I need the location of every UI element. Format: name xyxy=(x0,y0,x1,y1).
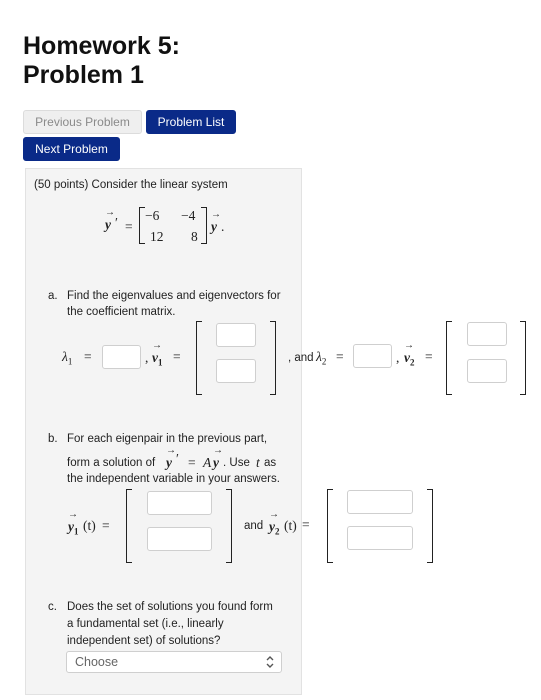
part-c-marker: c. xyxy=(48,601,57,613)
lambda-1-equals: = xyxy=(84,349,92,364)
system-prime: ′ xyxy=(115,215,118,230)
matrix-a21: 12 xyxy=(150,229,164,244)
part-a-line-1: Find the eigenvalues and eigenvectors fo… xyxy=(67,290,281,302)
part-a-and-text: , and xyxy=(288,352,314,364)
part-b-eq-prime: ′ xyxy=(176,451,179,466)
part-b-eq-y: y xyxy=(166,445,172,471)
part-b-line-3: the independent variable in your answers… xyxy=(67,473,280,485)
part-c-line-1: Does the set of solutions you found form xyxy=(67,601,273,613)
v1-label: v1 xyxy=(152,340,163,368)
lambda-2-input[interactable] xyxy=(353,344,392,368)
y1-label: y1 xyxy=(68,509,79,537)
y2-bottom-input[interactable] xyxy=(347,526,413,550)
v1-bottom-input[interactable] xyxy=(216,359,256,383)
y1-bottom-input[interactable] xyxy=(147,527,212,551)
part-b-line-1: For each eigenpair in the previous part, xyxy=(67,433,268,445)
y1-top-input[interactable] xyxy=(147,491,212,515)
next-problem-button[interactable]: Next Problem xyxy=(23,137,120,161)
chevron-up-down-icon xyxy=(265,655,275,674)
previous-problem-button[interactable]: Previous Problem xyxy=(23,110,142,134)
part-c-line-3: independent set) of solutions? xyxy=(67,635,221,647)
y1-equals: = xyxy=(102,518,110,533)
system-matrix-right-bracket xyxy=(201,207,207,244)
page-title-line-1: Homework 5: xyxy=(23,32,180,60)
matrix-a22: 8 xyxy=(191,229,198,244)
select-value: Choose xyxy=(75,655,119,669)
part-b-and-text: and xyxy=(244,520,264,532)
y1-right-bracket xyxy=(226,489,232,563)
y1-left-bracket xyxy=(126,489,132,563)
y2-top-input[interactable] xyxy=(347,490,413,514)
fundamental-set-select[interactable]: Choose xyxy=(66,651,282,673)
v1-left-bracket xyxy=(196,321,202,395)
lambda-1-input[interactable] xyxy=(102,345,141,369)
y2-label: y2 xyxy=(269,509,280,537)
y2-equals: = xyxy=(302,517,310,532)
page-title: Homework 5: Problem 1 xyxy=(23,32,180,90)
v1-right-bracket xyxy=(270,321,276,395)
part-a-marker: a. xyxy=(48,290,58,302)
v2-top-input[interactable] xyxy=(467,322,507,346)
part-b-eq-a: A xyxy=(203,455,212,470)
problem-panel: (50 points) Consider the linear system y… xyxy=(25,168,314,695)
part-a-line-2: the coefficient matrix. xyxy=(67,306,176,318)
part-b-line-2-mid: . Use xyxy=(223,457,250,469)
lambda-2-equals: = xyxy=(336,349,344,364)
y2-right-bracket xyxy=(427,489,433,563)
v2-bottom-input[interactable] xyxy=(467,359,507,383)
y2-arg: (t) xyxy=(284,518,297,533)
y1-arg: (t) xyxy=(83,518,96,533)
matrix-a11: −6 xyxy=(145,208,160,223)
page-title-line-2: Problem 1 xyxy=(23,61,144,89)
matrix-a12: −4 xyxy=(181,208,196,223)
v1-equals: = xyxy=(173,349,181,364)
v2-label: v2 xyxy=(404,340,415,368)
part-b-eq-equals: = xyxy=(188,455,196,470)
system-period: . xyxy=(221,219,225,234)
system-equals: = xyxy=(125,219,133,234)
v2-equals: = xyxy=(425,349,433,364)
v2-right-bracket xyxy=(520,321,526,395)
part-b-t: t xyxy=(256,455,260,470)
v1-top-input[interactable] xyxy=(216,323,256,347)
part-b-marker: b. xyxy=(48,433,58,445)
y2-left-bracket xyxy=(327,489,333,563)
system-rhs: y xyxy=(211,209,217,235)
part-b-line-2-post: as xyxy=(264,457,277,469)
part-b-line-2-pre: form a solution of xyxy=(67,457,156,469)
lambda-1-label: λ1 xyxy=(62,349,73,367)
part-c-line-2: a fundamental set (i.e., linearly xyxy=(67,618,224,630)
problem-list-button[interactable]: Problem List xyxy=(146,110,236,134)
lambda-2-comma: , xyxy=(396,350,400,365)
problem-intro: (50 points) Consider the linear system xyxy=(34,179,228,191)
part-b-eq-y2: y xyxy=(213,445,219,471)
lambda-2-label: λ2 xyxy=(316,349,327,367)
lambda-1-comma: , xyxy=(145,350,149,365)
v2-left-bracket xyxy=(446,321,452,395)
system-lhs: y xyxy=(105,207,111,233)
